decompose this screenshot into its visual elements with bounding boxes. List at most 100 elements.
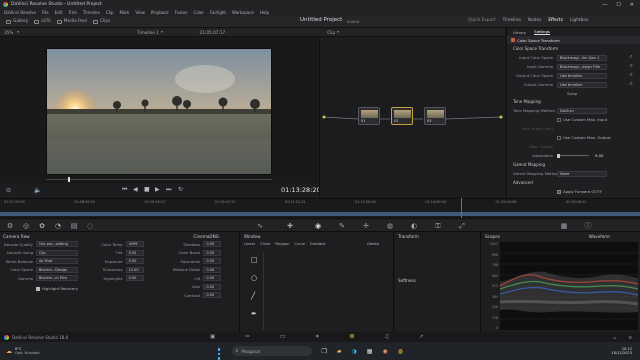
raw-param-value[interactable]: 0.00: [125, 275, 144, 282]
volume-icon[interactable]: 🔈: [34, 187, 41, 194]
chrome-icon[interactable]: ◍: [398, 348, 403, 355]
cst-field-dropdown[interactable]: Use timeline: [557, 72, 607, 79]
motion-effects-icon[interactable]: ◌: [86, 222, 94, 230]
node-03[interactable]: 03: [424, 107, 446, 125]
raw-param-value[interactable]: 4499: [125, 241, 144, 248]
tab-settings[interactable]: Settings: [534, 29, 550, 35]
start-button[interactable]: [217, 348, 224, 360]
cst-field-dropdown[interactable]: Use timeline: [557, 81, 607, 88]
raw-param-value[interactable]: 0.00: [203, 266, 222, 273]
stop-icon[interactable]: ■: [144, 186, 150, 193]
page-media-icon[interactable]: ▣: [210, 334, 215, 340]
raw-param-value[interactable]: Blackm...m Film: [36, 275, 78, 282]
raw-param-value[interactable]: 0.00: [203, 283, 222, 290]
menu-item[interactable]: Playback: [151, 10, 169, 15]
play-reverse-icon[interactable]: ◀: [133, 186, 138, 193]
minimize-button[interactable]: —: [602, 2, 607, 8]
luts-button[interactable]: LUTs: [34, 19, 51, 24]
clips-button[interactable]: Clips: [92, 19, 110, 24]
raw-param-value[interactable]: Clip: [36, 249, 78, 256]
custom-max-output-toggle[interactable]: Use Custom Max. Output: [507, 133, 640, 142]
info-icon[interactable]: ⓘ: [584, 222, 592, 230]
loop-icon[interactable]: ↻: [178, 186, 183, 193]
tab-library[interactable]: Library: [513, 30, 526, 35]
timeline-selector[interactable]: Timeline 1: [137, 30, 159, 35]
qualifier-icon[interactable]: ✎: [338, 222, 346, 230]
task-view-icon[interactable]: ❐: [322, 348, 327, 355]
menu-item[interactable]: DaVinci Resolve: [4, 10, 36, 15]
tone-method-dropdown[interactable]: DaVinci: [557, 107, 607, 114]
playhead[interactable]: [461, 198, 462, 218]
line-window-icon[interactable]: ╱: [251, 292, 255, 300]
swap-button[interactable]: Swap: [567, 91, 577, 96]
apply-forward-ootf-toggle[interactable]: Apply Forward OOTF: [507, 187, 640, 196]
store-icon[interactable]: ▦: [367, 348, 373, 355]
raw-param-value[interactable]: 0.00: [203, 258, 222, 265]
raw-param-value[interactable]: 10.00: [125, 266, 144, 273]
raw-param-value[interactable]: 0.00: [203, 249, 222, 256]
section-cst-header[interactable]: Color Space Transform: [507, 44, 640, 53]
reset-icon[interactable]: ↺: [629, 82, 633, 87]
page-cut-icon[interactable]: ✂: [245, 334, 250, 340]
window-tool-button[interactable]: Circle: [260, 242, 270, 246]
raw-param-value[interactable]: 0.55: [125, 249, 144, 256]
raw-param-value[interactable]: 0.00: [125, 258, 144, 265]
scopes-icon[interactable]: ▦: [560, 222, 568, 230]
adaptation-value[interactable]: 9.00: [595, 153, 603, 158]
close-button[interactable]: ✕: [630, 2, 634, 8]
menu-item[interactable]: View: [135, 10, 145, 15]
raw-format-selector[interactable]: CinemaDNG: [193, 234, 219, 239]
raw-param-value[interactable]: As Shot: [36, 258, 78, 265]
page-deliver-icon[interactable]: ➚: [419, 334, 424, 340]
taskbar-search[interactable]: ⌕ Pesquisar: [231, 346, 312, 356]
delete-window-button[interactable]: Delete: [367, 242, 379, 246]
color-wheels-icon[interactable]: ✿: [38, 222, 46, 230]
menu-item[interactable]: Edit: [55, 10, 63, 15]
raw-param-value[interactable]: 0.00: [203, 275, 222, 282]
magic-mask-icon[interactable]: ◍: [386, 222, 394, 230]
node-mode-selector[interactable]: Clip: [327, 30, 335, 35]
highlight-recovery-toggle[interactable]: Highlight Recovery: [36, 286, 78, 291]
circle-window-icon[interactable]: ○: [251, 274, 257, 282]
hdr-wheels-icon[interactable]: ◔: [54, 222, 62, 230]
effects-button[interactable]: Effects: [548, 18, 563, 23]
go-to-end-icon[interactable]: ⏭: [166, 186, 171, 194]
menu-item[interactable]: Workspace: [232, 10, 254, 15]
node-02[interactable]: 02: [391, 107, 413, 125]
maximize-button[interactable]: ☐: [616, 2, 620, 8]
window-icon[interactable]: ◉: [314, 222, 322, 230]
raw-param-value[interactable]: 0.00: [203, 292, 222, 299]
menu-item[interactable]: Timeline: [83, 10, 100, 15]
page-fusion-icon[interactable]: ✦: [315, 334, 320, 340]
quick-export-button[interactable]: Quick Export: [468, 18, 496, 23]
custom-max-input-toggle[interactable]: Use Custom Max. Input: [507, 115, 640, 124]
square-window-icon[interactable]: □: [251, 256, 258, 264]
cst-field-dropdown[interactable]: Blackmagi...llm Gen 1: [557, 54, 607, 61]
node-editor[interactable]: 01 02 03: [319, 37, 505, 198]
window-tool-button[interactable]: Curve: [294, 242, 305, 246]
color-match-icon[interactable]: ◎: [22, 222, 30, 230]
timeline-clip-track[interactable]: [0, 212, 640, 216]
settings-icon[interactable]: ⚙: [628, 335, 632, 340]
page-color-icon[interactable]: ❂: [350, 334, 355, 340]
menu-item[interactable]: Fusion: [175, 10, 188, 15]
rgb-mixer-icon[interactable]: ▤: [70, 222, 78, 230]
edge-icon[interactable]: ◑: [352, 348, 357, 355]
viewer-options-icon[interactable]: ⊙: [6, 187, 11, 194]
viewer-frame[interactable]: [46, 48, 272, 175]
section-tone-header[interactable]: Tone Mapping: [507, 97, 640, 106]
window-tool-button[interactable]: Gradient: [310, 242, 326, 246]
scope-type-dropdown[interactable]: Waveform: [589, 234, 610, 239]
raw-param-value[interactable]: Use pro...setting: [36, 241, 78, 248]
effect-enable-icon[interactable]: [511, 38, 515, 42]
color-warper-icon[interactable]: ✚: [286, 222, 294, 230]
menu-item[interactable]: Mark: [120, 10, 130, 15]
davinci-resolve-taskbar-icon[interactable]: ◉: [382, 348, 387, 355]
menu-item[interactable]: Clip: [106, 10, 114, 15]
media-pool-button[interactable]: Media Pool: [56, 19, 87, 24]
sizing-icon[interactable]: ⤢: [458, 222, 466, 230]
gamut-method-dropdown[interactable]: None: [557, 170, 607, 177]
adaptation-slider[interactable]: [557, 153, 589, 158]
raw-param-value[interactable]: Blackm...Design: [36, 266, 78, 273]
key-icon[interactable]: ⚿: [434, 222, 442, 230]
